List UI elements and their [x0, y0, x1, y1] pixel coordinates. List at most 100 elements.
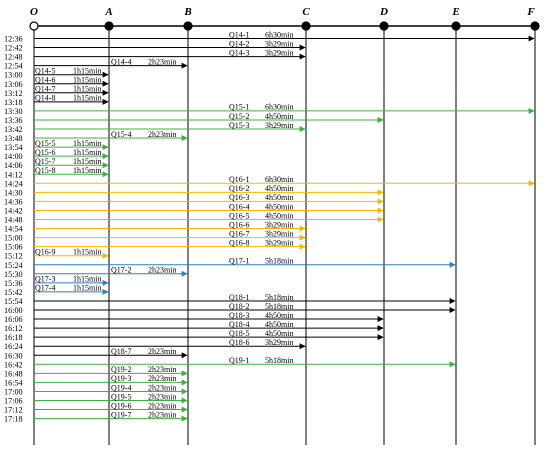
departure-time: 14:30 [4, 188, 23, 197]
trip-duration: 6h30min [265, 175, 293, 184]
trip-id: Q19-5 [111, 392, 131, 401]
departure-time: 16:30 [4, 351, 23, 360]
departure-time: 16:12 [4, 324, 23, 333]
trip-duration: 3h29min [265, 220, 293, 229]
departure-time: 13:54 [4, 143, 23, 152]
trip-duration: 1h15min [73, 275, 101, 284]
trip-id: Q17-3 [35, 275, 55, 284]
trip-id: Q18-1 [229, 293, 249, 302]
trip-id: Q19-6 [111, 401, 131, 410]
trip-id: Q14-3 [229, 48, 249, 57]
trip-duration: 5h18min [265, 293, 293, 302]
trip-id: Q17-4 [35, 284, 55, 293]
trip-id: Q15-8 [35, 166, 55, 175]
departure-time: 15:42 [4, 288, 23, 297]
departure-time: 15:36 [4, 279, 23, 288]
station-label-a: A [104, 6, 112, 18]
station-node-b [183, 21, 193, 31]
trip-duration: 1h15min [73, 67, 101, 76]
station-label-b: B [183, 6, 191, 18]
trip-id: Q15-7 [35, 157, 55, 166]
departure-time: 13:30 [4, 107, 23, 116]
departure-time: 15:00 [4, 234, 23, 243]
station-label-c: C [302, 6, 310, 18]
trip-id: Q18-3 [229, 311, 249, 320]
departure-time: 17:18 [4, 415, 23, 424]
trip-id: Q16-2 [229, 184, 249, 193]
trip-id: Q14-2 [229, 39, 249, 48]
trip-duration: 1h15min [73, 166, 101, 175]
departure-time: 15:06 [4, 243, 23, 252]
trip-duration: 1h15min [73, 157, 101, 166]
departure-time: 16:00 [4, 306, 23, 315]
trip-duration: 2h23min [148, 392, 176, 401]
trip-duration: 4h50min [265, 184, 293, 193]
trip-id: Q14-7 [35, 85, 55, 94]
station-node-d [379, 21, 389, 31]
trip-id: Q19-1 [229, 356, 249, 365]
departure-time: 16:42 [4, 360, 23, 369]
trip-id: Q15-4 [111, 130, 131, 139]
trip-id: Q14-1 [229, 30, 249, 39]
departure-time: 13:48 [4, 134, 23, 143]
trip-duration: 2h23min [148, 57, 176, 66]
departure-time: 15:54 [4, 297, 23, 306]
trip-duration: 3h29min [265, 338, 293, 347]
trip-duration: 4h50min [265, 211, 293, 220]
departure-time: 16:54 [4, 378, 23, 387]
station-node-c [301, 21, 311, 31]
departure-time: 15:30 [4, 270, 23, 279]
departure-time: 15:12 [4, 252, 23, 261]
trip-id: Q16-9 [35, 248, 55, 257]
trip-id: Q16-1 [229, 175, 249, 184]
departure-time: 13:00 [4, 71, 23, 80]
trip-id: Q18-6 [229, 338, 249, 347]
trip-id: Q14-5 [35, 67, 55, 76]
trip-id: Q15-5 [35, 139, 55, 148]
departure-time: 12:42 [4, 44, 23, 53]
departure-time: 14:36 [4, 197, 23, 206]
trip-duration: 1h15min [73, 85, 101, 94]
trip-id: Q15-3 [229, 121, 249, 130]
trip-id: Q16-7 [229, 229, 249, 238]
station-label-e: E [451, 6, 459, 18]
departure-time: 13:42 [4, 125, 23, 134]
timetable-diagram: Q14-1 6h30min Q14-2 3h29min Q14-3 3h29min Q14-… [4, 6, 540, 445]
departure-time: 16:06 [4, 315, 23, 324]
trip-id: Q18-4 [229, 320, 249, 329]
departure-time: 15:24 [4, 261, 23, 270]
trip-id: Q14-6 [35, 76, 55, 85]
trip-id: Q17-2 [111, 266, 131, 275]
trip-id: Q18-5 [229, 329, 249, 338]
departure-time: 14:00 [4, 152, 23, 161]
departure-time: 17:12 [4, 406, 23, 415]
trip-duration: 2h23min [148, 401, 176, 410]
trip-duration: 2h23min [148, 266, 176, 275]
trip-duration: 1h15min [73, 76, 101, 85]
trip-duration: 3h29min [265, 238, 293, 247]
trip-duration: 2h23min [148, 383, 176, 392]
trip-id: Q19-3 [111, 374, 131, 383]
trip-id: Q18-7 [111, 347, 131, 356]
trip-duration: 4h50min [265, 112, 293, 121]
departure-time: 12:48 [4, 53, 23, 62]
trip-duration: 6h30min [265, 30, 293, 39]
departure-time: 12:36 [4, 35, 23, 44]
trip-id: Q16-8 [229, 238, 249, 247]
trip-duration: 3h29min [265, 229, 293, 238]
trip-duration: 6h30min [265, 103, 293, 112]
trip-id: Q19-7 [111, 410, 131, 419]
station-node-a [104, 21, 114, 31]
trip-id: Q16-3 [229, 193, 249, 202]
trip-duration: 5h18min [265, 302, 293, 311]
trip-duration: 4h50min [265, 202, 293, 211]
station-label-f: F [526, 6, 535, 18]
trip-id: Q18-2 [229, 302, 249, 311]
departure-time: 12:54 [4, 62, 23, 71]
departure-time: 13:06 [4, 80, 23, 89]
station-node-e [451, 21, 461, 31]
trip-duration: 5h18min [265, 257, 293, 266]
departure-time: 16:48 [4, 369, 23, 378]
trip-duration: 2h23min [148, 347, 176, 356]
departure-time: 14:48 [4, 216, 23, 225]
